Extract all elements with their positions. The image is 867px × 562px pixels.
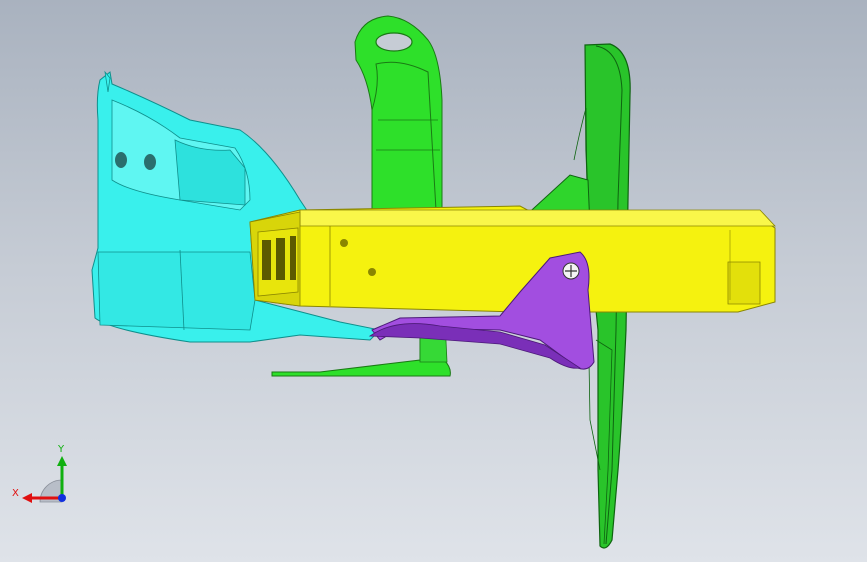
box-hole-2 [368, 268, 376, 276]
vent-slot-1 [262, 240, 271, 280]
vent-slot-3 [290, 236, 296, 280]
cad-viewport[interactable]: Y X [0, 0, 867, 562]
box-hole-1 [340, 239, 348, 247]
arm-slot-hole [375, 32, 413, 52]
bracket-hole-2 [144, 154, 156, 170]
green-arm-part[interactable] [354, 15, 443, 216]
coordinate-triad: Y X [12, 444, 67, 503]
x-axis-label: X [12, 488, 19, 499]
bracket-hole-1 [115, 152, 127, 168]
cad-model[interactable] [0, 0, 867, 562]
yellow-box-part[interactable] [249, 205, 776, 313]
vent-slot-2 [276, 238, 285, 280]
y-axis-label: Y [57, 444, 65, 455]
z-axis-icon [58, 494, 66, 502]
